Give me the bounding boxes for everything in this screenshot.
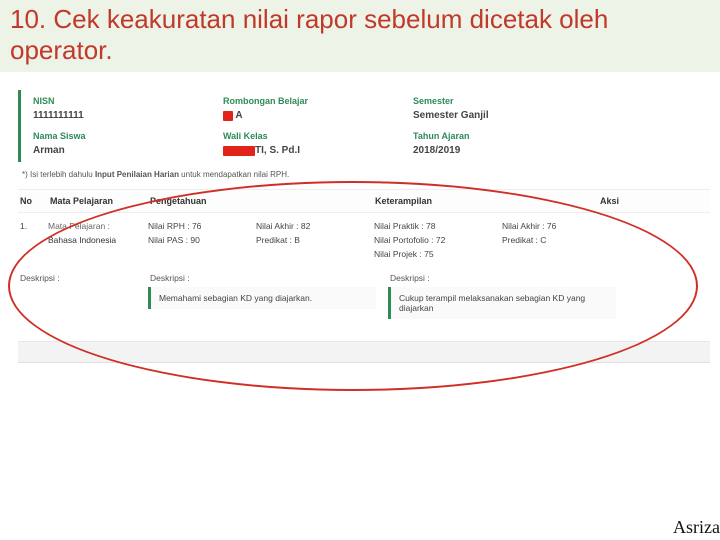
th-keterampilan: Keterampilan (373, 196, 598, 206)
table-footer-bar (18, 341, 710, 363)
desc-pengetahuan: Memahami sebagian KD yang diajarkan. (148, 287, 376, 309)
nama-label: Nama Siswa (33, 131, 223, 141)
desc-label-left: Deskripsi : (18, 273, 148, 319)
k-nilai-akhir: Nilai Akhir : 76 (502, 221, 612, 231)
grades-table: No Mata Pelajaran Pengetahuan Keterampil… (18, 189, 710, 363)
semester-value: Semester Ganjil (413, 110, 603, 121)
content-area: NISN 1111111111 Rombongan Belajar A Seme… (0, 72, 720, 363)
rombel-label: Rombongan Belajar (223, 96, 413, 106)
nama-value: Arman (33, 145, 223, 156)
mapel-key: Mata Pelajaran : (48, 221, 110, 231)
mapel-value: Bahasa Indonesia (48, 235, 116, 245)
rombel-text: A (235, 110, 242, 121)
info-rombel: Rombongan Belajar A (223, 96, 413, 121)
tahun-label: Tahun Ajaran (413, 131, 603, 141)
note-prefix: *) Isi terlebih dahulu (22, 170, 95, 179)
p-predikat: Predikat : B (256, 235, 366, 245)
info-wali: Wali Kelas TI, S. Pd.I (223, 131, 413, 156)
desc-keterampilan-wrap: Deskripsi : Cukup terampil melaksanakan … (388, 273, 628, 319)
description-row: Deskripsi : Deskripsi : Memahami sebagia… (18, 273, 710, 319)
nilai-rph: Nilai RPH : 76 (148, 221, 248, 231)
table-header: No Mata Pelajaran Pengetahuan Keterampil… (18, 189, 710, 213)
th-pengetahuan: Pengetahuan (148, 196, 373, 206)
p-nilai-akhir: Nilai Akhir : 82 (256, 221, 366, 231)
redaction-mark (223, 146, 255, 156)
nilai-praktik: Nilai Praktik : 78 (374, 221, 494, 231)
info-semester: Semester Semester Ganjil (413, 96, 603, 121)
desc-label-k: Deskripsi : (388, 273, 628, 283)
nisn-value: 1111111111 (33, 110, 223, 121)
nilai-projek: Nilai Projek : 75 (374, 249, 494, 259)
semester-label: Semester (413, 96, 603, 106)
table-row: 1. Mata Pelajaran : Bahasa Indonesia Nil… (18, 213, 710, 259)
subject-column: Mata Pelajaran : Bahasa Indonesia (48, 221, 148, 259)
nisn-label: NISN (33, 96, 223, 106)
rombel-value: A (223, 110, 413, 121)
note-text: *) Isi terlebih dahulu Input Penilaian H… (22, 170, 710, 179)
nilai-pas: Nilai PAS : 90 (148, 235, 248, 245)
k-predikat: Predikat : C (502, 235, 612, 245)
th-mapel: Mata Pelajaran (48, 196, 148, 206)
note-suffix: untuk mendapatkan nilai RPH. (179, 170, 289, 179)
note-bold: Input Penilaian Harian (95, 170, 179, 179)
info-tahun: Tahun Ajaran 2018/2019 (413, 131, 603, 156)
wali-value: TI, S. Pd.I (223, 145, 413, 156)
row-number: 1. (18, 221, 48, 259)
author-name: Asriza (667, 515, 720, 540)
desc-label-p: Deskripsi : (148, 273, 388, 283)
tahun-value: 2018/2019 (413, 145, 603, 156)
slide-title-bar: 10. Cek keakuratan nilai rapor sebelum d… (0, 0, 720, 72)
wali-text: TI, S. Pd.I (255, 145, 300, 156)
info-nisn: NISN 1111111111 (33, 96, 223, 121)
th-no: No (18, 196, 48, 206)
scores-area: Nilai RPH : 76 Nilai Akhir : 82 Nilai Pr… (148, 221, 710, 259)
th-aksi: Aksi (598, 196, 658, 206)
student-info-block: NISN 1111111111 Rombongan Belajar A Seme… (18, 90, 710, 162)
redaction-mark (223, 111, 233, 121)
desc-pengetahuan-wrap: Deskripsi : Memahami sebagian KD yang di… (148, 273, 388, 319)
slide-title: 10. Cek keakuratan nilai rapor sebelum d… (10, 4, 710, 66)
desc-keterampilan: Cukup terampil melaksanakan sebagian KD … (388, 287, 616, 319)
info-nama: Nama Siswa Arman (33, 131, 223, 156)
wali-label: Wali Kelas (223, 131, 413, 141)
nilai-portofolio: Nilai Portofolio : 72 (374, 235, 494, 245)
